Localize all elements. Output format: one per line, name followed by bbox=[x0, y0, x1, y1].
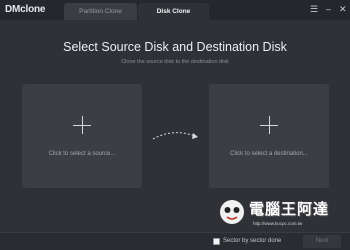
source-card-label: Click to select a source... bbox=[48, 151, 116, 157]
title-bar: DMclone Partition Clone Disk Clone ☰ – ✕ bbox=[0, 0, 350, 20]
page-title: Select Source Disk and Destination Disk bbox=[63, 40, 287, 54]
plus-icon bbox=[260, 116, 278, 134]
close-icon[interactable]: ✕ bbox=[339, 3, 347, 15]
tab-partition-clone[interactable]: Partition Clone bbox=[64, 3, 137, 20]
source-disk-card[interactable]: Click to select a source... bbox=[22, 84, 142, 188]
sector-by-sector-checkbox[interactable] bbox=[213, 238, 220, 245]
sector-by-sector-label: Sector by sector done bbox=[223, 238, 282, 244]
mascot-icon bbox=[220, 200, 244, 224]
watermark-logo: 電腦王阿達 http://www.kocpc.com.tw bbox=[215, 196, 347, 230]
hamburger-icon[interactable]: ☰ bbox=[310, 3, 318, 15]
app-window: DMclone Partition Clone Disk Clone ☰ – ✕… bbox=[0, 0, 350, 250]
tab-disk-clone[interactable]: Disk Clone bbox=[138, 3, 209, 20]
page-subtitle: Clone the source disk to the destination… bbox=[121, 59, 229, 65]
watermark-url: http://www.kocpc.com.tw bbox=[253, 221, 303, 226]
watermark-title: 電腦王阿達 bbox=[249, 201, 330, 218]
destination-disk-card[interactable]: Click to select a destination... bbox=[209, 84, 329, 188]
destination-card-label: Click to select a destination... bbox=[230, 151, 308, 157]
minimize-icon[interactable]: – bbox=[326, 3, 331, 15]
app-logo: DMclone bbox=[5, 4, 46, 15]
plus-icon bbox=[73, 116, 91, 134]
footer-bar: Sector by sector done Next bbox=[0, 232, 350, 250]
next-button[interactable]: Next bbox=[303, 235, 341, 248]
dashed-arrow-icon bbox=[152, 132, 198, 140]
